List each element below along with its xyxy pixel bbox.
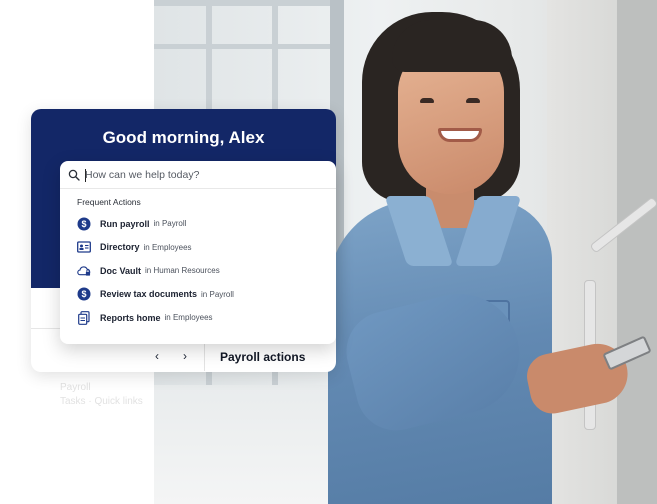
action-doc-vault[interactable]: Doc Vault in Human Resources [77, 259, 327, 283]
document-icon [77, 310, 91, 325]
person-smile [438, 128, 482, 142]
svg-text:$: $ [81, 289, 86, 299]
action-name: Doc Vault [100, 265, 142, 276]
action-reports-home[interactable]: Reports home in Employees [77, 306, 327, 330]
cloud-lock-icon [77, 264, 91, 278]
action-context: in Payroll [153, 219, 187, 229]
action-name: Directory [100, 242, 140, 253]
action-review-tax-documents[interactable]: $ Review tax documents in Payroll [77, 283, 327, 307]
action-run-payroll[interactable]: $ Run payroll in Payroll [77, 212, 327, 236]
person-eye [466, 98, 480, 103]
faded-text: Payroll [60, 382, 91, 393]
search-dropdown: Frequent Actions $ Run payroll in Payrol… [60, 161, 336, 344]
dollar-circle-icon: $ [77, 287, 91, 301]
frequent-actions-list: $ Run payroll in Payroll Directory in Em… [77, 212, 327, 330]
action-directory[interactable]: Directory in Employees [77, 236, 327, 260]
window-frame [154, 0, 344, 6]
svg-text:$: $ [81, 219, 86, 229]
wall-shadow [617, 0, 657, 504]
action-name: Run payroll [100, 218, 150, 229]
next-arrow-button[interactable]: › [183, 349, 187, 363]
action-context: in Employees [143, 242, 192, 252]
greeting-title: Good morning, Alex [102, 128, 265, 147]
person-eye [420, 98, 434, 103]
payroll-actions-heading[interactable]: Payroll actions [220, 350, 305, 364]
window-frame [154, 44, 344, 49]
search-icon [68, 169, 80, 181]
window-sill [154, 385, 354, 504]
action-context: in Employees [164, 313, 213, 323]
action-context: in Human Resources [145, 266, 220, 276]
divider [204, 341, 205, 371]
search-input[interactable] [85, 167, 325, 183]
dollar-circle-icon: $ [77, 217, 91, 231]
faded-text: Tasks · Quick links [60, 396, 143, 407]
id-card-icon [77, 240, 91, 254]
action-name: Review tax documents [100, 289, 198, 300]
action-context: in Payroll [201, 289, 234, 299]
action-name: Reports home [100, 312, 161, 323]
prev-arrow-button[interactable]: ‹ [155, 349, 159, 363]
person-bangs [392, 20, 512, 72]
frequent-actions-label: Frequent Actions [77, 197, 141, 207]
search-bar[interactable] [60, 161, 336, 189]
